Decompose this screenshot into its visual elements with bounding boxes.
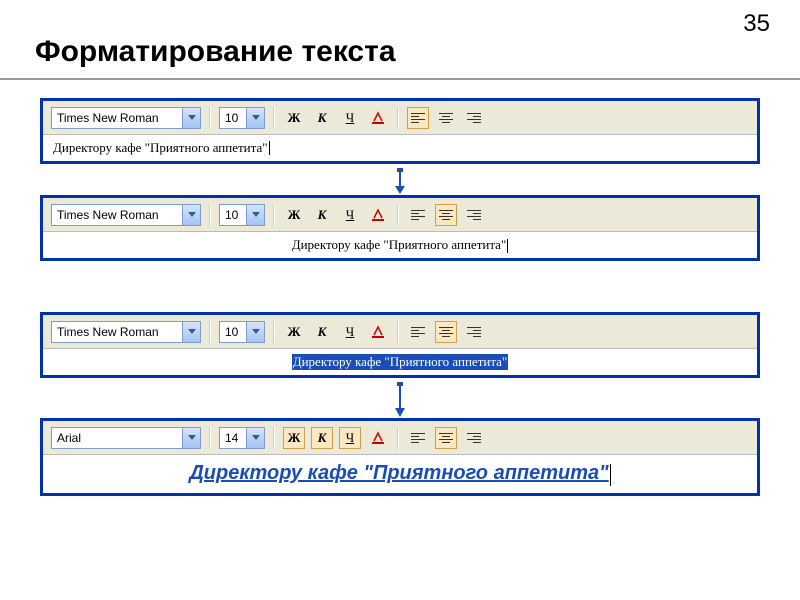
font-name: Times New Roman <box>52 110 182 126</box>
font-color-button[interactable] <box>367 427 389 449</box>
size-dropdown[interactable]: 14 <box>219 427 265 449</box>
sample-text: Директору кафе "Приятного аппетита" <box>53 140 268 156</box>
underline-button[interactable]: Ч <box>339 204 361 226</box>
separator <box>397 427 399 449</box>
sample-text-selected: Директору кафе "Приятного аппетита" <box>292 354 509 370</box>
bold-button[interactable]: Ж <box>283 427 305 449</box>
align-center-button[interactable] <box>435 204 457 226</box>
page-title: Форматирование текста <box>35 35 396 69</box>
toolbar: Times New Roman 10 Ж К Ч <box>43 315 757 349</box>
align-right-button[interactable] <box>463 321 485 343</box>
chevron-down-icon <box>182 322 200 342</box>
separator <box>209 107 211 129</box>
align-right-button[interactable] <box>463 107 485 129</box>
sample-text: Директору кафе "Приятного аппетита" <box>292 237 509 253</box>
underline-button[interactable]: Ч <box>339 321 361 343</box>
align-left-button[interactable] <box>407 204 429 226</box>
align-left-button[interactable] <box>407 321 429 343</box>
separator <box>273 427 275 449</box>
separator <box>273 321 275 343</box>
example-2: Times New Roman 10 Ж К Ч Директору кафе … <box>40 195 760 261</box>
italic-button[interactable]: К <box>311 321 333 343</box>
size-dropdown[interactable]: 10 <box>219 321 265 343</box>
example-1: Times New Roman 10 Ж К Ч Директору кафе … <box>40 98 760 164</box>
separator <box>209 204 211 226</box>
font-color-button[interactable] <box>367 321 389 343</box>
align-left-button[interactable] <box>407 427 429 449</box>
cursor <box>269 141 270 155</box>
separator <box>273 107 275 129</box>
chevron-down-icon <box>246 108 264 128</box>
font-size: 10 <box>220 324 246 340</box>
chevron-down-icon <box>246 428 264 448</box>
page-number: 35 <box>743 10 770 38</box>
italic-button[interactable]: К <box>311 107 333 129</box>
title-underline <box>0 78 800 80</box>
example-4: Arial 14 Ж К Ч Директору кафе "Приятного… <box>40 418 760 496</box>
font-name: Times New Roman <box>52 324 182 340</box>
text-area[interactable]: Директору кафе "Приятного аппетита" <box>43 455 757 493</box>
font-color-button[interactable] <box>367 204 389 226</box>
cursor <box>610 464 611 486</box>
align-center-button[interactable] <box>435 321 457 343</box>
align-center-button[interactable] <box>435 427 457 449</box>
font-size: 14 <box>220 430 246 446</box>
chevron-down-icon <box>182 428 200 448</box>
arrow-down-icon <box>393 382 407 418</box>
bold-button[interactable]: Ж <box>283 107 305 129</box>
text-area[interactable]: Директору кафе "Приятного аппетита" <box>43 135 757 161</box>
toolbar: Times New Roman 10 Ж К Ч <box>43 101 757 135</box>
toolbar: Arial 14 Ж К Ч <box>43 421 757 455</box>
separator <box>209 321 211 343</box>
bold-button[interactable]: Ж <box>283 204 305 226</box>
text-area[interactable]: Директору кафе "Приятного аппетита" <box>43 232 757 258</box>
align-left-button[interactable] <box>407 107 429 129</box>
font-size: 10 <box>220 207 246 223</box>
align-right-button[interactable] <box>463 427 485 449</box>
toolbar: Times New Roman 10 Ж К Ч <box>43 198 757 232</box>
separator <box>273 204 275 226</box>
text-area[interactable]: Директору кафе "Приятного аппетита" <box>43 349 757 375</box>
font-name: Times New Roman <box>52 207 182 223</box>
font-color-button[interactable] <box>367 107 389 129</box>
align-center-button[interactable] <box>435 107 457 129</box>
font-dropdown[interactable]: Times New Roman <box>51 107 201 129</box>
chevron-down-icon <box>246 322 264 342</box>
sample-text-formatted: Директору кафе "Приятного аппетита" <box>189 462 608 484</box>
align-right-button[interactable] <box>463 204 485 226</box>
cursor <box>507 239 508 253</box>
example-3: Times New Roman 10 Ж К Ч Директору кафе … <box>40 312 760 378</box>
chevron-down-icon <box>246 205 264 225</box>
size-dropdown[interactable]: 10 <box>219 107 265 129</box>
chevron-down-icon <box>182 205 200 225</box>
bold-button[interactable]: Ж <box>283 321 305 343</box>
arrow-down-icon <box>393 168 407 195</box>
chevron-down-icon <box>182 108 200 128</box>
separator <box>397 107 399 129</box>
font-dropdown[interactable]: Arial <box>51 427 201 449</box>
separator <box>397 204 399 226</box>
separator <box>209 427 211 449</box>
font-name: Arial <box>52 430 182 446</box>
separator <box>397 321 399 343</box>
italic-button[interactable]: К <box>311 204 333 226</box>
underline-button[interactable]: Ч <box>339 107 361 129</box>
font-dropdown[interactable]: Times New Roman <box>51 321 201 343</box>
italic-button[interactable]: К <box>311 427 333 449</box>
size-dropdown[interactable]: 10 <box>219 204 265 226</box>
underline-button[interactable]: Ч <box>339 427 361 449</box>
font-size: 10 <box>220 110 246 126</box>
font-dropdown[interactable]: Times New Roman <box>51 204 201 226</box>
